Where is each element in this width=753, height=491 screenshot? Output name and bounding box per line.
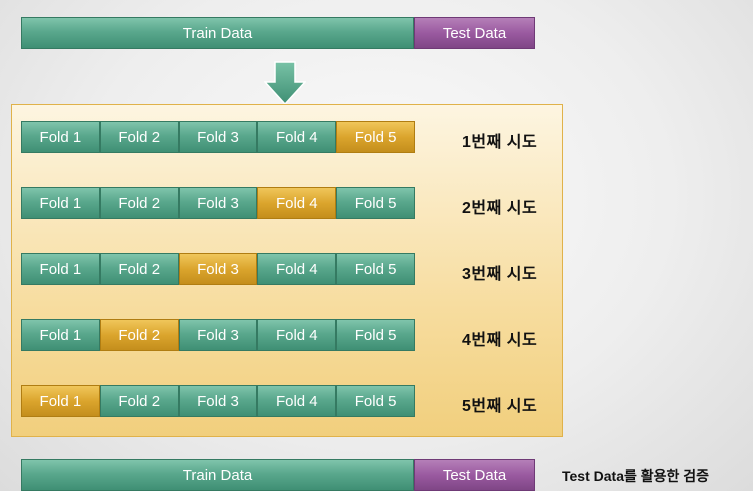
train-fold-segment: Fold 4	[257, 319, 337, 351]
down-arrow-icon	[264, 61, 306, 105]
train-fold-segment: Fold 2	[99, 253, 179, 285]
train-fold-segment: Fold 4	[257, 121, 337, 153]
train-fold-segment: Fold 4	[257, 385, 337, 417]
validation-fold-segment: Fold 1	[21, 385, 100, 417]
train-fold-segment: Fold 2	[99, 121, 179, 153]
train-fold-segment: Fold 3	[178, 187, 258, 219]
validation-fold-segment: Fold 5	[336, 121, 415, 153]
train-fold-segment: Fold 1	[21, 319, 100, 351]
bottom-test-data-segment: Test Data	[414, 459, 535, 491]
validation-fold-segment: Fold 3	[178, 253, 258, 285]
train-fold-segment: Fold 2	[99, 385, 179, 417]
train-fold-segment: Fold 2	[99, 187, 179, 219]
trial-label-3: 3번째 시도	[462, 266, 538, 283]
top-split-bar: Train Data Test Data	[21, 17, 535, 49]
trial-label-2: 2번째 시도	[462, 200, 538, 217]
train-fold-segment: Fold 1	[21, 253, 100, 285]
trial-label-1: 1번째 시도	[462, 134, 538, 151]
train-fold-segment: Fold 3	[178, 385, 258, 417]
top-test-data-segment: Test Data	[414, 17, 535, 49]
train-fold-segment: Fold 5	[336, 187, 415, 219]
trial-label-5: 5번째 시도	[462, 398, 538, 415]
fold-row-trial-2: Fold 1 Fold 2 Fold 3 Fold 4 Fold 5	[21, 187, 415, 219]
train-fold-segment: Fold 1	[21, 121, 100, 153]
trial-label-4: 4번째 시도	[462, 332, 538, 349]
fold-row-trial-4: Fold 1 Fold 2 Fold 3 Fold 4 Fold 5	[21, 319, 415, 351]
train-fold-segment: Fold 3	[178, 319, 258, 351]
train-fold-segment: Fold 1	[21, 187, 100, 219]
fold-row-trial-3: Fold 1 Fold 2 Fold 3 Fold 4 Fold 5	[21, 253, 415, 285]
fold-row-trial-5: Fold 1 Fold 2 Fold 3 Fold 4 Fold 5	[21, 385, 415, 417]
train-fold-segment: Fold 5	[336, 319, 415, 351]
train-fold-segment: Fold 3	[178, 121, 258, 153]
train-fold-segment: Fold 5	[336, 385, 415, 417]
bottom-train-data-segment: Train Data	[21, 459, 414, 491]
top-train-data-segment: Train Data	[21, 17, 414, 49]
test-data-validation-caption: Test Data를 활용한 검증	[562, 468, 710, 484]
validation-fold-segment: Fold 4	[257, 187, 337, 219]
train-fold-segment: Fold 4	[257, 253, 337, 285]
fold-row-trial-1: Fold 1 Fold 2 Fold 3 Fold 4 Fold 5	[21, 121, 415, 153]
validation-fold-segment: Fold 2	[99, 319, 179, 351]
bottom-split-bar: Train Data Test Data	[21, 459, 535, 491]
train-fold-segment: Fold 5	[336, 253, 415, 285]
